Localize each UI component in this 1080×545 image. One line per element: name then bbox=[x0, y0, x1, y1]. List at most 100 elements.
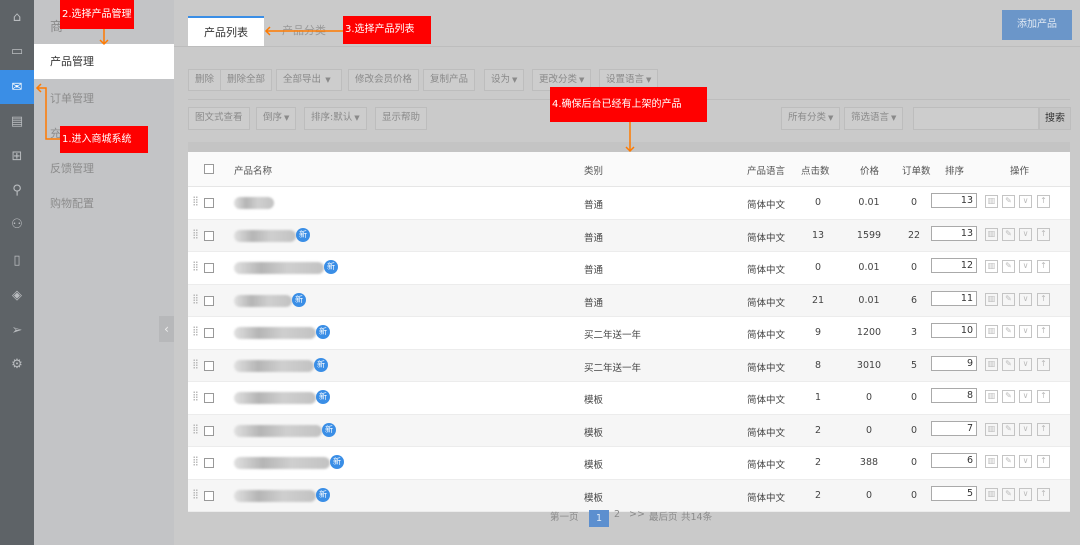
sort-order-input[interactable]: 12 bbox=[931, 258, 977, 273]
row-checkbox[interactable] bbox=[204, 360, 214, 371]
edit-icon[interactable]: ✎ bbox=[1002, 325, 1015, 338]
move-up-icon[interactable]: ↑ bbox=[1037, 325, 1050, 338]
edit-icon[interactable]: ✎ bbox=[1002, 422, 1015, 436]
users-icon[interactable]: ⚇ bbox=[0, 207, 34, 241]
sort-order-input[interactable]: 9 bbox=[931, 355, 977, 371]
trash-icon[interactable]: ▥ bbox=[985, 422, 998, 436]
page-2-link[interactable]: 2 bbox=[614, 509, 620, 520]
product-name-blurred[interactable] bbox=[234, 489, 316, 502]
product-name-blurred[interactable] bbox=[234, 197, 274, 209]
sort-order-input[interactable]: 10 bbox=[931, 323, 977, 338]
product-name-blurred[interactable] bbox=[234, 229, 296, 242]
product-name-blurred[interactable] bbox=[234, 359, 314, 372]
page-1-button[interactable]: 1 bbox=[589, 510, 609, 527]
trash-icon[interactable]: ▥ bbox=[985, 325, 998, 338]
edit-member-price-button[interactable]: 修改会员价格 bbox=[348, 69, 420, 91]
move-up-icon[interactable]: ↑ bbox=[1037, 455, 1050, 468]
move-up-icon[interactable]: ↑ bbox=[1037, 422, 1050, 436]
trash-icon[interactable]: ▥ bbox=[985, 195, 998, 208]
reverse-order-dropdown[interactable]: 倒序 ▼ bbox=[256, 107, 297, 130]
calendar-icon[interactable]: ▤ bbox=[0, 104, 34, 138]
move-down-icon[interactable]: ∨ bbox=[1019, 325, 1032, 338]
cube-icon[interactable]: ◈ bbox=[0, 278, 34, 312]
drag-handle-icon[interactable] bbox=[193, 196, 198, 206]
row-checkbox[interactable] bbox=[204, 263, 214, 273]
show-help-button[interactable]: 显示帮助 bbox=[375, 107, 428, 130]
move-down-icon[interactable]: ∨ bbox=[1019, 455, 1032, 468]
row-checkbox[interactable] bbox=[204, 328, 214, 338]
graphic-view-button[interactable]: 图文式查看 bbox=[188, 107, 250, 130]
row-checkbox[interactable] bbox=[204, 458, 214, 468]
edit-icon[interactable]: ✎ bbox=[1002, 390, 1015, 403]
row-checkbox[interactable] bbox=[204, 393, 214, 403]
sort-default-dropdown[interactable]: 排序:默认 ▼ bbox=[304, 107, 367, 130]
move-up-icon[interactable]: ↑ bbox=[1037, 292, 1050, 306]
row-checkbox[interactable] bbox=[204, 230, 214, 241]
edit-icon[interactable]: ✎ bbox=[1002, 487, 1015, 501]
product-name-blurred[interactable] bbox=[234, 457, 330, 469]
product-name-blurred[interactable] bbox=[234, 327, 316, 339]
sort-order-input[interactable]: 6 bbox=[931, 453, 977, 468]
sort-order-input[interactable]: 11 bbox=[931, 290, 977, 306]
product-name-blurred[interactable] bbox=[234, 424, 322, 437]
move-down-icon[interactable]: ∨ bbox=[1019, 357, 1032, 371]
shop-icon[interactable]: ✉ bbox=[0, 70, 34, 104]
delete-all-button[interactable]: 删除全部 bbox=[220, 69, 273, 91]
edit-icon[interactable]: ✎ bbox=[1002, 357, 1015, 371]
drag-handle-icon[interactable] bbox=[193, 391, 198, 401]
row-checkbox[interactable] bbox=[204, 490, 214, 501]
move-up-icon[interactable]: ↑ bbox=[1037, 227, 1050, 241]
export-all-dropdown[interactable]: 全部导出 ▼ bbox=[276, 69, 342, 91]
sort-order-input[interactable]: 7 bbox=[931, 420, 977, 436]
sidebar-item-shopping-config[interactable]: 购物配置 bbox=[34, 186, 174, 221]
edit-icon[interactable]: ✎ bbox=[1002, 455, 1015, 468]
filter-language-dropdown[interactable]: 筛选语言 ▼ bbox=[844, 107, 904, 130]
drag-handle-icon[interactable] bbox=[193, 293, 198, 304]
tab-product-category[interactable]: 产品分类 bbox=[266, 16, 342, 46]
delete-button[interactable]: 删除 bbox=[188, 69, 222, 91]
sidebar-item-order-management[interactable]: 订单管理 bbox=[34, 81, 174, 116]
home-icon[interactable]: ⌂ bbox=[0, 0, 34, 34]
move-down-icon[interactable]: ∨ bbox=[1019, 227, 1032, 241]
move-up-icon[interactable]: ↑ bbox=[1037, 487, 1050, 501]
edit-icon[interactable]: ✎ bbox=[1002, 195, 1015, 208]
product-name-blurred[interactable] bbox=[234, 262, 324, 274]
collapse-sidebar-button[interactable]: ‹ bbox=[159, 316, 174, 342]
trash-icon[interactable]: ▥ bbox=[985, 487, 998, 501]
sort-order-input[interactable]: 5 bbox=[931, 485, 977, 501]
edit-icon[interactable]: ✎ bbox=[1002, 292, 1015, 306]
trash-icon[interactable]: ▥ bbox=[985, 260, 998, 273]
move-up-icon[interactable]: ↑ bbox=[1037, 195, 1050, 208]
drag-handle-icon[interactable] bbox=[193, 261, 198, 271]
search-input[interactable] bbox=[913, 107, 1039, 130]
drag-handle-icon[interactable] bbox=[193, 488, 198, 499]
send-icon[interactable]: ➢ bbox=[0, 313, 34, 347]
add-product-button[interactable]: 添加产品 bbox=[1002, 10, 1072, 40]
move-up-icon[interactable]: ↑ bbox=[1037, 357, 1050, 371]
move-down-icon[interactable]: ∨ bbox=[1019, 422, 1032, 436]
org-chart-icon[interactable]: ⚲ bbox=[0, 173, 34, 207]
trash-icon[interactable]: ▥ bbox=[985, 292, 998, 306]
copy-product-button[interactable]: 复制产品 bbox=[423, 69, 476, 91]
trash-icon[interactable]: ▥ bbox=[985, 227, 998, 241]
move-up-icon[interactable]: ↑ bbox=[1037, 390, 1050, 403]
search-button[interactable]: 搜索 bbox=[1039, 107, 1071, 130]
first-page-link[interactable]: 第一页 bbox=[550, 509, 579, 523]
drag-handle-icon[interactable] bbox=[193, 358, 198, 369]
next-page-link[interactable]: >> bbox=[629, 509, 645, 520]
tab-product-list[interactable]: 产品列表 bbox=[188, 16, 264, 46]
all-categories-dropdown[interactable]: 所有分类 ▼ bbox=[781, 107, 841, 130]
drag-handle-icon[interactable] bbox=[193, 456, 198, 466]
drag-handle-icon[interactable] bbox=[193, 228, 198, 239]
move-down-icon[interactable]: ∨ bbox=[1019, 260, 1032, 273]
move-down-icon[interactable]: ∨ bbox=[1019, 195, 1032, 208]
sort-order-input[interactable]: 13 bbox=[931, 225, 977, 241]
sidebar-item-feedback[interactable]: 反馈管理 bbox=[34, 151, 174, 186]
trash-icon[interactable]: ▥ bbox=[985, 390, 998, 403]
drag-handle-icon[interactable] bbox=[193, 423, 198, 434]
gift-icon[interactable]: ⊞ bbox=[0, 139, 34, 173]
row-checkbox[interactable] bbox=[204, 295, 214, 306]
set-as-dropdown[interactable]: 设为 ▼ bbox=[484, 69, 525, 91]
trash-icon[interactable]: ▥ bbox=[985, 455, 998, 468]
select-all-checkbox[interactable] bbox=[204, 164, 214, 174]
